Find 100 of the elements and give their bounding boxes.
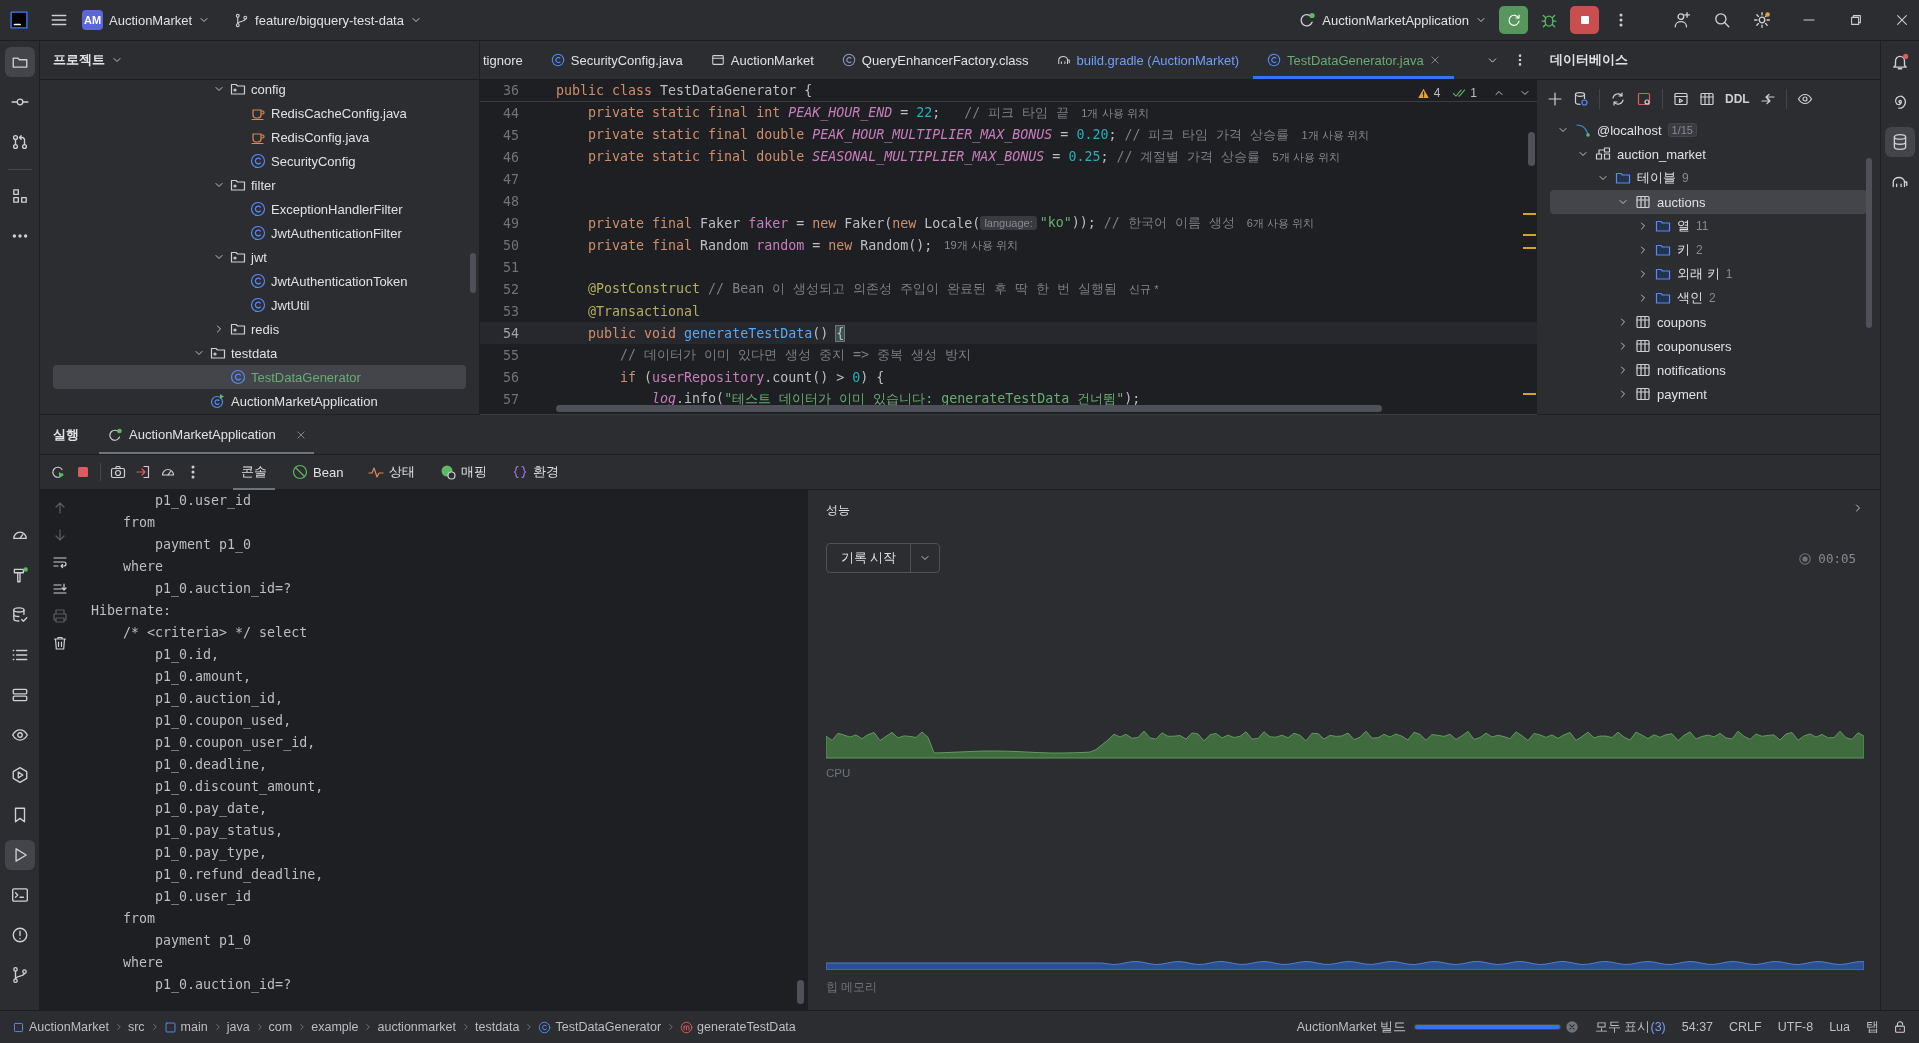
- breadcrumb[interactable]: main: [180, 1020, 208, 1034]
- usage-hint[interactable]: 5개 사용 위치: [1272, 149, 1340, 165]
- ddl-button[interactable]: DDL: [1725, 92, 1750, 106]
- usage-hint[interactable]: 신규 *: [1129, 281, 1159, 297]
- tree-item[interactable]: 테이블 9: [1550, 166, 1867, 190]
- warning-marker[interactable]: [1523, 213, 1536, 215]
- close-icon[interactable]: [1895, 13, 1909, 27]
- breadcrumb[interactable]: java: [226, 1020, 250, 1034]
- eye-icon[interactable]: [1796, 91, 1813, 107]
- file-encoding[interactable]: UTF-8: [1777, 1020, 1814, 1034]
- tree-item[interactable]: 외래 키 1: [1550, 262, 1867, 286]
- search-icon[interactable]: [1713, 11, 1731, 29]
- tree-item[interactable]: couponusers: [1550, 334, 1867, 358]
- breadcrumb[interactable]: auctionmarket: [377, 1020, 456, 1034]
- scrollbar-thumb[interactable]: [1528, 132, 1535, 166]
- editor-tab[interactable]: QueryEnhancerFactory.class: [827, 41, 1043, 79]
- tree-item[interactable]: SecurityConfig: [53, 149, 466, 173]
- view-tab[interactable]: 매핑: [432, 454, 496, 490]
- table-icon[interactable]: [1699, 91, 1715, 107]
- tree-item[interactable]: auctions: [1550, 190, 1867, 214]
- scrollbar-thumb[interactable]: [556, 405, 1382, 412]
- eye-icon[interactable]: [10, 726, 29, 744]
- git-branch-icon[interactable]: [10, 966, 29, 984]
- check-count[interactable]: 1: [1470, 86, 1477, 100]
- indent-setting[interactable]: 탭: [1866, 1018, 1879, 1036]
- tree-item[interactable]: JwtAuthenticationFilter: [53, 221, 466, 245]
- camera-icon[interactable]: [110, 464, 126, 480]
- usage-hint[interactable]: 1개 사용 위치: [1081, 105, 1149, 121]
- rerun-button[interactable]: [1499, 6, 1528, 34]
- console-icon[interactable]: [1673, 91, 1689, 107]
- exit-icon[interactable]: [135, 464, 151, 480]
- branch-name[interactable]: feature/bigquery-test-data: [255, 12, 404, 28]
- tree-item[interactable]: notifications: [1550, 358, 1867, 382]
- cursor-position[interactable]: 54:37: [1681, 1020, 1714, 1034]
- restore-icon[interactable]: [1849, 13, 1863, 27]
- structure-icon[interactable]: [10, 187, 29, 205]
- panel-title[interactable]: 프로젝트: [53, 51, 105, 69]
- breadcrumb[interactable]: com: [268, 1020, 293, 1034]
- usage-hint[interactable]: 6개 사용 위치: [1246, 215, 1315, 231]
- tree-item[interactable]: RedisConfig.java: [53, 125, 466, 149]
- warning-marker[interactable]: [1523, 393, 1536, 395]
- lock-icon[interactable]: [1893, 1020, 1907, 1034]
- terminal-icon[interactable]: [10, 886, 29, 904]
- editor-tab[interactable]: tignore: [483, 41, 537, 79]
- tree-item[interactable]: RedisCacheConfig.java: [53, 101, 466, 125]
- file-language[interactable]: Lua: [1829, 1020, 1850, 1034]
- editor-tab[interactable]: TestDataGenerator.java: [1253, 41, 1454, 79]
- tree-item[interactable]: redis: [53, 317, 466, 341]
- tree-item[interactable]: 키 2: [1550, 238, 1867, 262]
- view-tab[interactable]: Bean: [284, 454, 352, 490]
- tree-item[interactable]: ExceptionHandlerFilter: [53, 197, 466, 221]
- soft-wrap-icon[interactable]: [52, 554, 68, 570]
- warning-marker[interactable]: [1523, 234, 1536, 236]
- tree-item[interactable]: @localhost 1/15: [1550, 118, 1867, 142]
- rerun-icon[interactable]: [50, 464, 66, 480]
- usage-hint[interactable]: 1개 사용 위치: [1301, 127, 1369, 143]
- warning-marker[interactable]: [1523, 247, 1536, 249]
- editor-tab[interactable]: build.gradle (AuctionMarket): [1042, 41, 1254, 79]
- tree-item[interactable]: JwtAuthenticationToken: [53, 269, 466, 293]
- tree-item[interactable]: jwt: [53, 245, 466, 269]
- line-ending[interactable]: CRLF: [1729, 1020, 1762, 1034]
- editor-tab[interactable]: AuctionMarket: [696, 41, 828, 79]
- add-user-icon[interactable]: [1673, 11, 1691, 29]
- run-tab[interactable]: AuctionMarketApplication: [99, 415, 314, 454]
- scrollbar-thumb[interactable]: [470, 253, 476, 293]
- tree-item[interactable]: TestDataGenerator: [53, 365, 466, 389]
- usage-hint[interactable]: 19개 사용 위치: [944, 237, 1018, 253]
- stop-icon[interactable]: [75, 464, 91, 480]
- breadcrumb[interactable]: testdata: [475, 1020, 520, 1034]
- breadcrumb[interactable]: src: [127, 1020, 145, 1034]
- tree-item[interactable]: filter: [53, 173, 466, 197]
- disconnect-icon[interactable]: [1636, 91, 1652, 107]
- run-config-name[interactable]: AuctionMarketApplication: [1322, 12, 1469, 28]
- editor-tab[interactable]: SecurityConfig.java: [536, 41, 697, 79]
- database-settings-icon[interactable]: [1573, 91, 1589, 107]
- project-name[interactable]: AuctionMarket: [109, 12, 193, 28]
- tree-item[interactable]: 열 11: [1550, 214, 1867, 238]
- settings-icon[interactable]: [1753, 11, 1771, 29]
- show-all-link[interactable]: 모두 표시(3): [1595, 1018, 1666, 1036]
- stop-button[interactable]: [1570, 6, 1599, 34]
- scrollbar-thumb[interactable]: [1866, 158, 1872, 328]
- trash-icon[interactable]: [52, 635, 68, 651]
- tree-item[interactable]: testdata: [53, 341, 466, 365]
- warning-count[interactable]: 4: [1433, 86, 1441, 100]
- tree-item[interactable]: 색인 2: [1550, 286, 1867, 310]
- tree-item[interactable]: config: [53, 77, 466, 101]
- tree-item[interactable]: payment: [1550, 382, 1867, 406]
- compare-icon[interactable]: [1759, 91, 1776, 107]
- view-tab[interactable]: 환경: [504, 454, 568, 490]
- close-icon[interactable]: [295, 429, 306, 440]
- cancel-icon[interactable]: [1565, 1020, 1579, 1034]
- pull-request-icon[interactable]: [10, 133, 29, 151]
- server-icon[interactable]: [10, 686, 29, 704]
- database-icon[interactable]: [1891, 133, 1909, 151]
- services-icon[interactable]: [10, 766, 29, 784]
- notifications-icon[interactable]: [1891, 53, 1909, 71]
- breadcrumb[interactable]: example: [311, 1020, 359, 1034]
- breadcrumb[interactable]: generateTestData: [697, 1020, 796, 1034]
- scroll-to-end-icon[interactable]: [52, 581, 68, 597]
- scrollbar-thumb[interactable]: [797, 980, 804, 1004]
